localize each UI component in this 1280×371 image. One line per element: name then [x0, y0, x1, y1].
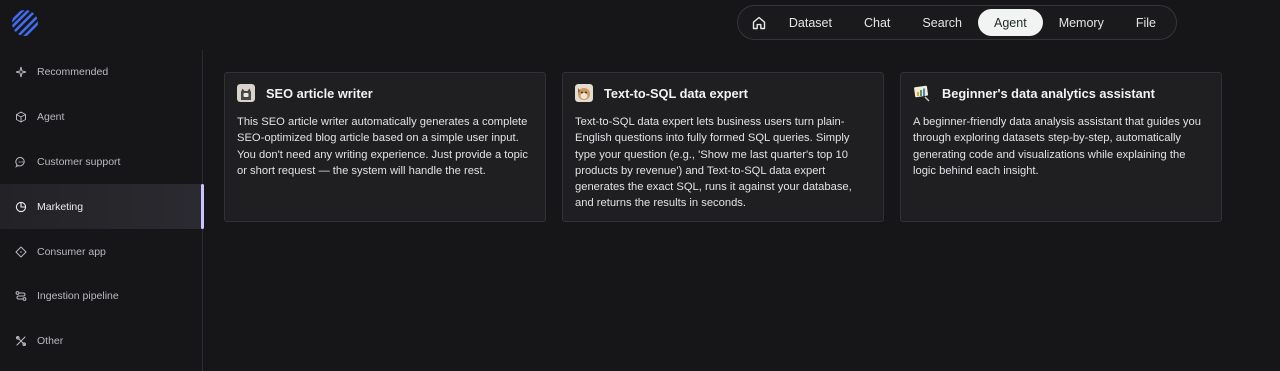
diagonal-stripes-logo-icon[interactable] [10, 8, 40, 38]
sidebar-item-customer-support[interactable]: Customer support [0, 140, 202, 185]
agent-card-seo-article-writer[interactable]: SEO article writer This SEO article writ… [224, 72, 546, 222]
card-header: SEO article writer [237, 84, 533, 102]
sidebar-item-label: Consumer app [37, 245, 106, 258]
agent-card-beginners-data-analytics[interactable]: Beginner's data analytics assistant A be… [900, 72, 1222, 222]
card-description: Text-to-SQL data expert lets business us… [575, 116, 852, 210]
card-title: Beginner's data analytics assistant [942, 85, 1155, 101]
sidebar-item-consumer-app[interactable]: Consumer app [0, 229, 202, 274]
cat-avatar-icon [237, 84, 255, 102]
sidebar-item-other[interactable]: Other [0, 319, 202, 364]
chart-avatar-icon [913, 84, 931, 102]
pipeline-icon [15, 290, 27, 302]
card-title: Text-to-SQL data expert [604, 85, 748, 101]
sidebar-item-recommended[interactable]: Recommended [0, 50, 202, 95]
sidebar-item-agent[interactable]: Agent [0, 95, 202, 140]
dice-icon [15, 246, 27, 258]
sidebar-item-label: Marketing [37, 200, 84, 213]
sidebar-item-label: Ingestion pipeline [37, 290, 119, 303]
pie-chart-icon [15, 201, 27, 213]
category-sidebar: Recommended Agent Customer support Marke… [0, 50, 204, 371]
sidebar-item-ingestion-pipeline[interactable]: Ingestion pipeline [0, 274, 202, 319]
card-header: Beginner's data analytics assistant [913, 84, 1209, 102]
tools-icon [15, 335, 27, 347]
sidebar-item-label: Recommended [37, 66, 109, 79]
card-description: This SEO article writer automatically ge… [237, 116, 528, 177]
nav-tab-file[interactable]: File [1120, 9, 1172, 36]
nav-tab-memory[interactable]: Memory [1043, 9, 1120, 36]
card-description: A beginner-friendly data analysis assist… [913, 116, 1201, 177]
nav-tab-dataset[interactable]: Dataset [773, 9, 848, 36]
sparkle-icon [15, 66, 27, 78]
dog-avatar-icon [575, 84, 593, 102]
card-title: SEO article writer [266, 85, 373, 101]
home-icon [753, 16, 766, 29]
nav-tab-chat[interactable]: Chat [848, 9, 906, 36]
agent-card-grid: SEO article writer This SEO article writ… [224, 72, 1222, 222]
nav-home-button[interactable] [746, 9, 773, 36]
chat-bubble-icon [15, 156, 27, 168]
cube-icon [15, 111, 27, 123]
nav-tab-agent[interactable]: Agent [978, 9, 1043, 36]
top-navigation: Dataset Chat Search Agent Memory File [737, 5, 1177, 40]
sidebar-item-label: Other [37, 335, 64, 348]
sidebar-item-marketing[interactable]: Marketing [0, 184, 204, 230]
sidebar-item-label: Agent [37, 111, 65, 124]
card-header: Text-to-SQL data expert [575, 84, 871, 102]
sidebar-item-label: Customer support [37, 155, 121, 168]
agent-card-text-to-sql[interactable]: Text-to-SQL data expert Text-to-SQL data… [562, 72, 884, 222]
nav-tab-search[interactable]: Search [906, 9, 978, 36]
